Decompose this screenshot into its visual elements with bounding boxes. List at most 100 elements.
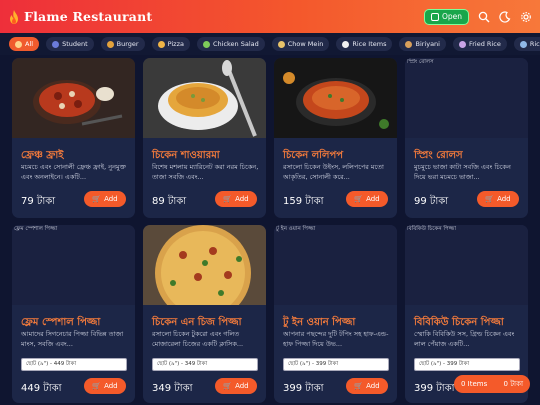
restaurant-name: Flame Restaurant — [24, 9, 153, 24]
item-price: 89 টাকা — [152, 196, 187, 207]
add-label: Add — [235, 195, 249, 203]
menu-card[interactable]: চিকেন ললিপপ রসালো চিকেন উইংস, ললিপপের মত… — [274, 58, 397, 218]
cart-icon: 🛒 — [223, 382, 233, 390]
category-chip-chicken-salad[interactable]: Chicken Salad — [196, 37, 265, 51]
category-chip-rice-bowl[interactable]: Rice Bowl — [513, 37, 540, 51]
add-button[interactable]: 🛒 Add — [477, 191, 519, 207]
size-select-value: ছোট (৯") - 399 টাকা — [419, 360, 470, 367]
cart-icon: 🛒 — [354, 195, 364, 203]
burger-icon — [106, 40, 114, 48]
category-label: Rice Bowl — [529, 40, 540, 48]
item-price: 99 টাকা — [414, 196, 449, 207]
item-price: 349 টাকা — [152, 383, 193, 394]
all-icon — [15, 40, 22, 48]
food-image-placeholder: টু ইন ওয়ান পিজ্জা — [274, 225, 397, 305]
category-chip-pizza[interactable]: Pizza — [151, 37, 190, 51]
menu-card[interactable]: চিকেন শাওয়ারমা বিশেষ মশলায় ম্যারিনেট ক… — [143, 58, 266, 218]
category-label: Biriyani — [415, 40, 440, 48]
store-icon — [430, 12, 439, 21]
category-label: Fried Rice — [468, 40, 501, 48]
item-description: বিশেষ মশলায় ম্যারিনেট করা নরম চিকেন, তা… — [152, 163, 259, 181]
add-button[interactable]: 🛒 Add — [84, 191, 126, 207]
add-label: Add — [235, 382, 249, 390]
menu-card[interactable]: টু ইন ওয়ান পিজ্জা টু ইন ওয়ান পিজ্জা আপ… — [274, 225, 397, 403]
size-select[interactable]: ছোট (৯") - 399 টাকা — [283, 358, 389, 371]
item-price: 159 টাকা — [283, 196, 324, 207]
rice-bowl-icon — [519, 40, 527, 48]
category-label: Burger — [116, 40, 139, 48]
item-price: 79 টাকা — [21, 196, 56, 207]
cart-icon: 🛒 — [92, 195, 102, 203]
category-bar: All Student Burger Pizza Chicken Salad C… — [0, 33, 540, 55]
salad-icon — [202, 40, 210, 48]
open-status-label: Open — [441, 12, 462, 21]
cart-icon: 🛒 — [223, 195, 233, 203]
category-label: All — [25, 40, 34, 48]
cart-item-count: 0 Items — [461, 380, 488, 388]
add-button[interactable]: 🛒 Add — [215, 378, 257, 394]
search-icon[interactable] — [478, 11, 490, 23]
food-image — [12, 58, 135, 138]
category-chip-chow-mein[interactable]: Chow Mein — [271, 37, 330, 51]
add-label: Add — [104, 382, 118, 390]
graduation-cap-icon — [52, 40, 60, 48]
gear-icon[interactable] — [520, 11, 532, 23]
add-button[interactable]: 🛒 Add — [346, 378, 388, 394]
food-image-placeholder: বিবিকিউ চিকেন পিজ্জা — [405, 225, 528, 305]
open-status-button[interactable]: Open — [423, 8, 469, 25]
item-price: 449 টাকা — [21, 383, 62, 394]
add-button[interactable]: 🛒 Add — [84, 378, 126, 394]
noodles-icon — [277, 40, 285, 48]
moon-icon[interactable] — [499, 10, 511, 23]
food-image — [274, 58, 397, 138]
flame-icon — [10, 9, 18, 24]
category-label: Student — [62, 40, 88, 48]
size-select[interactable]: ছোট (৯") - 449 টাকা — [21, 358, 127, 371]
category-label: Pizza — [167, 40, 184, 48]
category-label: Rice Items — [352, 40, 387, 48]
category-label: Chicken Salad — [212, 40, 259, 48]
menu-card[interactable]: ফ্রেঞ্চ ফ্রাই মচমচে এবং সোনালী ফ্রেঞ্চ ফ… — [12, 58, 135, 218]
item-description: রসালো চিকেন টুকরো এবং গলিত মোজারেলা চিজে… — [152, 330, 244, 348]
cart-icon: 🛒 — [485, 195, 495, 203]
food-image-placeholder: ফ্লেম স্পেশাল পিজ্জা — [12, 225, 135, 305]
food-image — [143, 225, 266, 305]
category-chip-student[interactable]: Student — [46, 37, 94, 51]
item-description: স্মোকি বিবিকিউ সস, গ্রিল্ড চিকেন এবং লাল… — [414, 330, 515, 348]
pizza-icon — [157, 40, 165, 48]
image-alt-text: ফ্লেম স্পেশাল পিজ্জা — [14, 226, 58, 232]
top-header: Flame Restaurant Open — [0, 0, 540, 33]
cart-total: 0 টাকা — [503, 380, 523, 388]
item-description: মচমচে এবং সোনালী ফ্রেঞ্চ ফ্রাই, নুনমুক্ত… — [21, 163, 126, 181]
add-label: Add — [104, 195, 118, 203]
menu-card[interactable]: স্প্রিং রোলস স্প্রিং রোলস মুচমুচে ভাজা ক… — [405, 58, 528, 218]
category-label: Chow Mein — [287, 40, 324, 48]
item-description: আপনার পছন্দের দুটি টপিং সহ হাফ-এন্ড-হাফ … — [283, 330, 389, 348]
category-chip-rice-items[interactable]: Rice Items — [336, 37, 393, 51]
size-select-value: ছোট (৯") - 349 টাকা — [157, 360, 208, 367]
cart-icon: 🛒 — [354, 382, 364, 390]
fried-rice-icon — [458, 40, 466, 48]
add-button[interactable]: 🛒 Add — [346, 191, 388, 207]
category-chip-all[interactable]: All — [9, 37, 40, 51]
menu-card[interactable]: চিকেন এন চিজ পিজ্জা রসালো চিকেন টুকরো এব… — [143, 225, 266, 403]
cart-summary-button[interactable]: 0 Items 0 টাকা — [454, 375, 530, 393]
item-price: 399 টাকা — [414, 383, 455, 394]
brand[interactable]: Flame Restaurant — [8, 9, 152, 24]
food-image-placeholder: স্প্রিং রোলস — [405, 58, 528, 138]
food-image — [143, 58, 266, 138]
item-description: রসালো চিকেন উইংস, ললিপপের মতো আকৃতির, সো… — [283, 163, 384, 181]
size-select-value: ছোট (৯") - 399 টাকা — [288, 360, 339, 367]
item-price: 399 টাকা — [283, 383, 324, 394]
category-chip-burger[interactable]: Burger — [100, 37, 145, 51]
image-alt-text: স্প্রিং রোলস — [407, 59, 434, 65]
add-button[interactable]: 🛒 Add — [215, 191, 257, 207]
size-select[interactable]: ছোট (৯") - 349 টাকা — [152, 358, 258, 371]
biriyani-icon — [405, 40, 413, 48]
category-chip-biriyani[interactable]: Biriyani — [399, 37, 446, 51]
menu-card[interactable]: ফ্লেম স্পেশাল পিজ্জা ফ্লেম স্পেশাল পিজ্জ… — [12, 225, 135, 403]
category-chip-fried-rice[interactable]: Fried Rice — [452, 37, 507, 51]
size-select-value: ছোট (৯") - 449 টাকা — [26, 360, 77, 367]
size-select[interactable]: ছোট (৯") - 399 টাকা — [414, 358, 520, 371]
item-description: মুচমুচে ভাজা কাটা সবজি এবং চিকেন দিয়ে ভ… — [414, 163, 511, 181]
